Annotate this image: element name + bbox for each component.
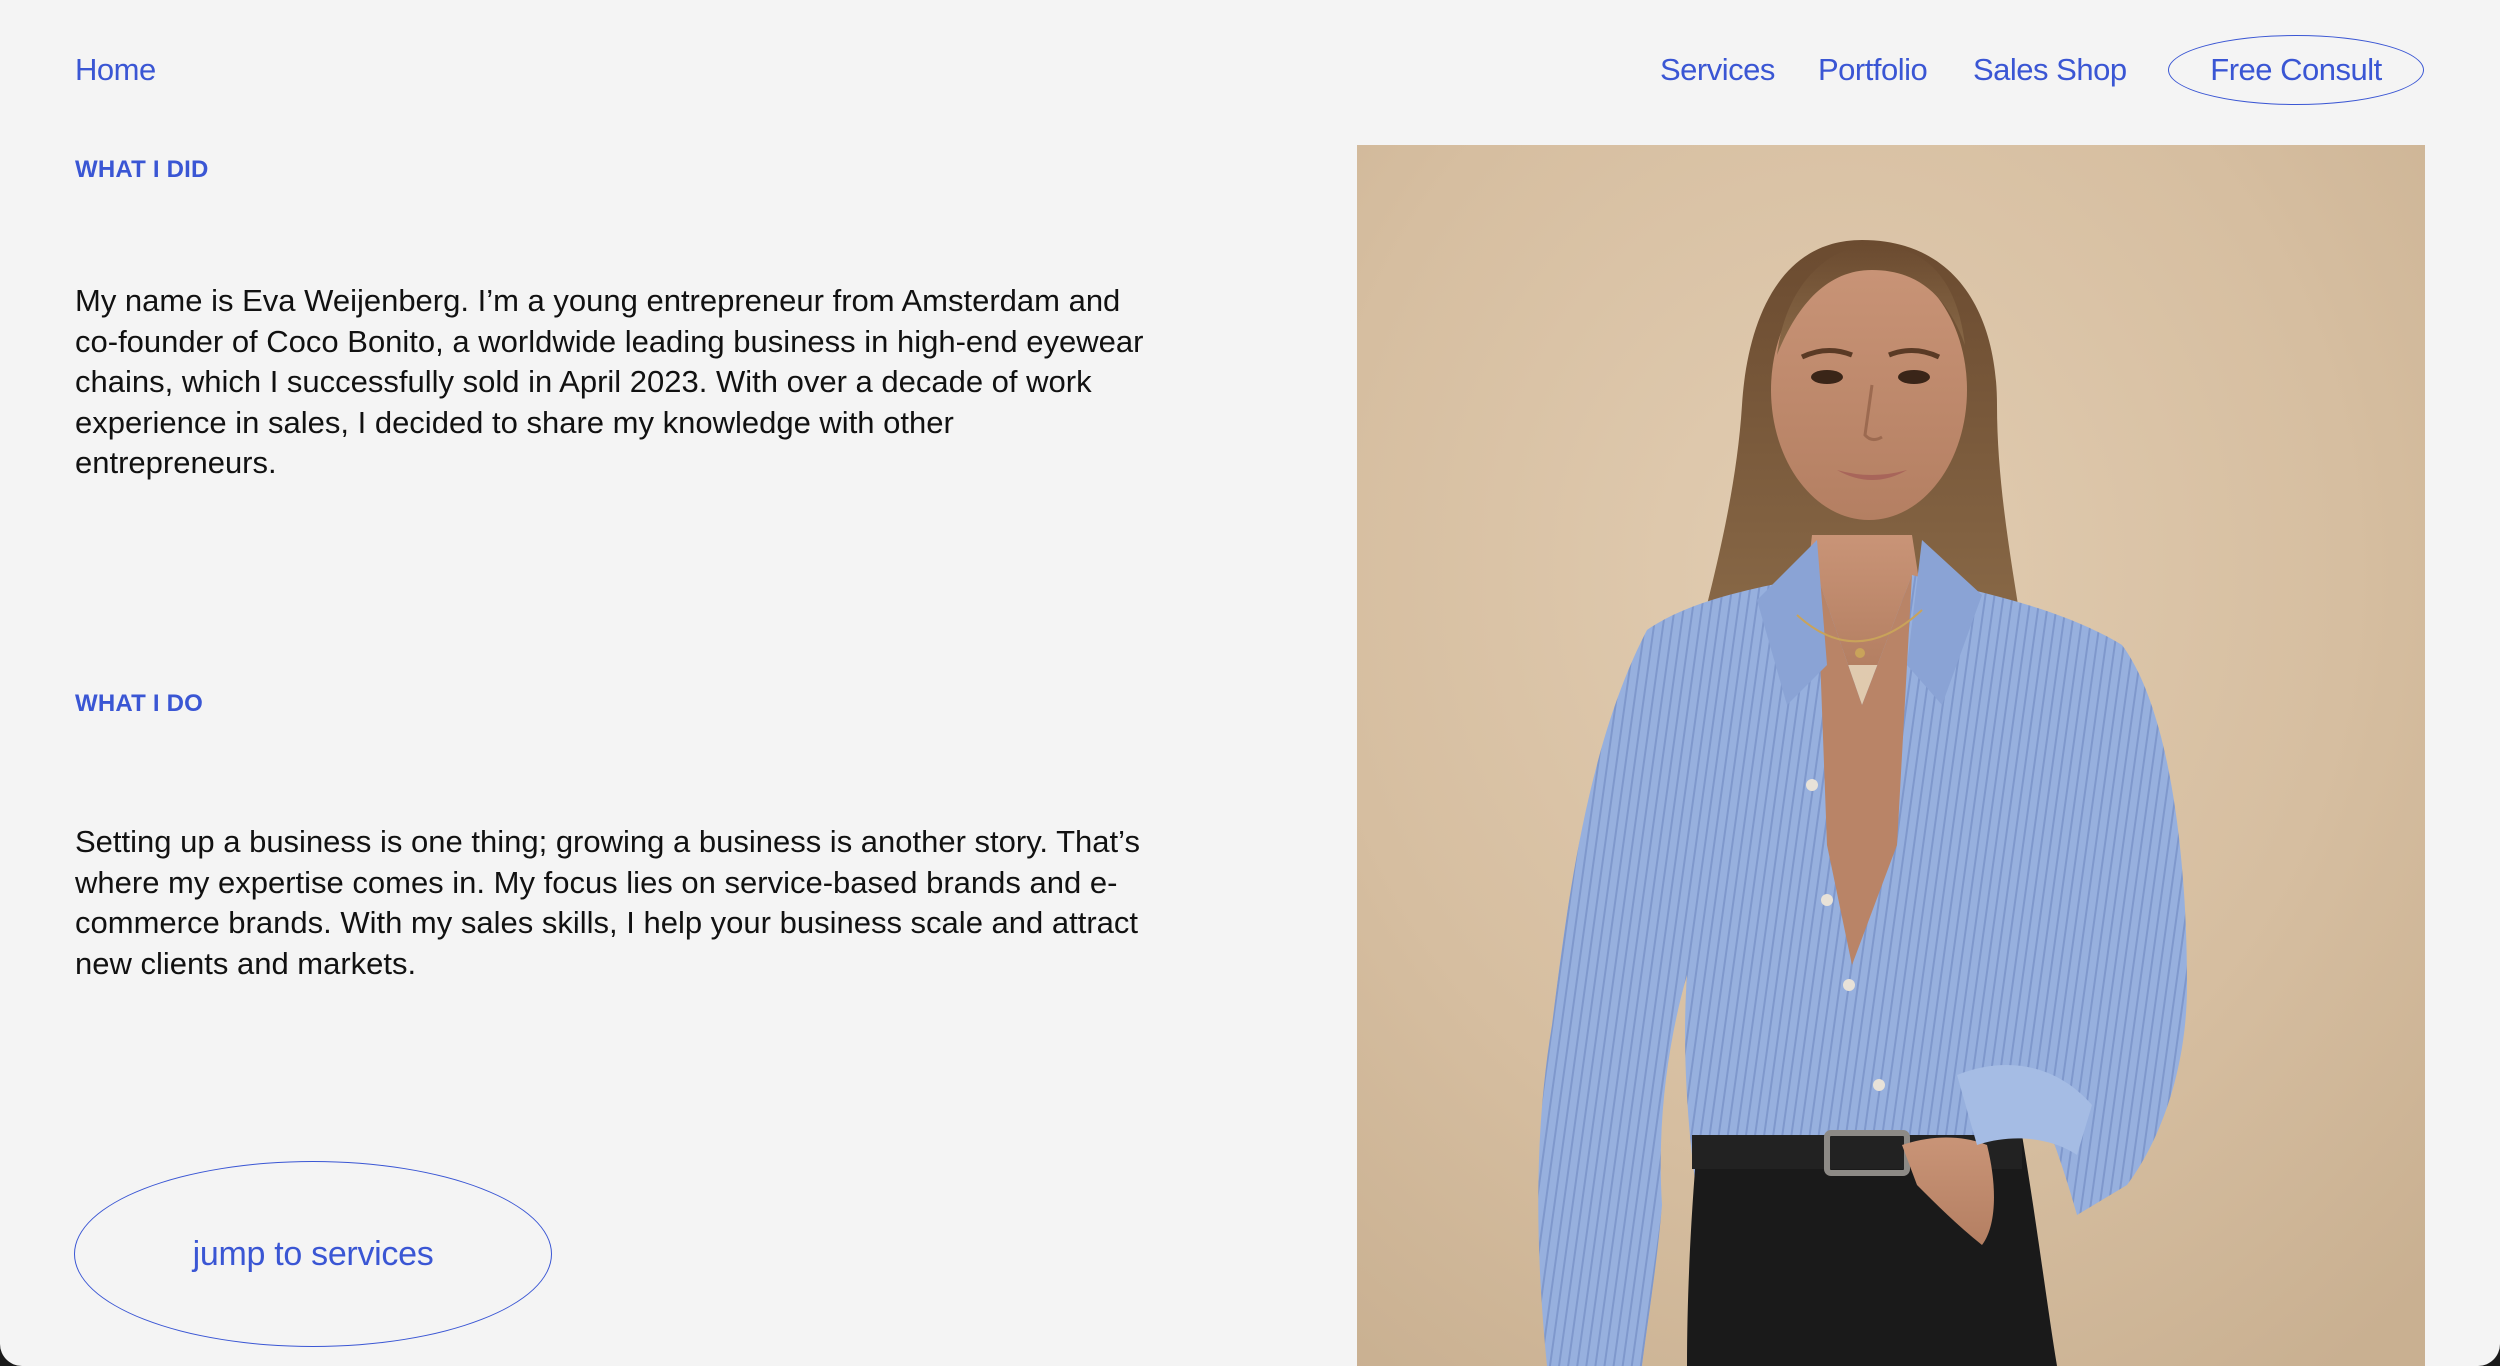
jump-to-services-button[interactable]: jump to services bbox=[74, 1161, 552, 1347]
nav-sales-shop-link[interactable]: Sales Shop bbox=[1973, 50, 2127, 90]
what-i-did-heading: WHAT I DID bbox=[75, 156, 209, 183]
what-i-do-text: Setting up a business is one thing; grow… bbox=[75, 824, 1140, 981]
portrait-photo bbox=[1357, 145, 2425, 1366]
shirt-button bbox=[1873, 1079, 1885, 1091]
nav-services-link[interactable]: Services bbox=[1660, 50, 1775, 90]
what-i-did-text: My name is Eva Weijenberg. I’m a young e… bbox=[75, 283, 1144, 480]
necklace-pendant bbox=[1855, 648, 1865, 658]
nav-home-link[interactable]: Home bbox=[75, 50, 156, 90]
nav-portfolio-link[interactable]: Portfolio bbox=[1818, 50, 1928, 90]
trousers-shape bbox=[1687, 1135, 2057, 1366]
shirt-button bbox=[1806, 779, 1818, 791]
page: Home Services Portfolio Sales Shop Free … bbox=[0, 0, 2500, 1366]
shirt-button bbox=[1821, 894, 1833, 906]
what-i-do-heading: WHAT I DO bbox=[75, 690, 203, 717]
eye-left bbox=[1811, 370, 1843, 384]
free-consult-button[interactable]: Free Consult bbox=[2168, 35, 2424, 105]
shirt-button bbox=[1843, 979, 1855, 991]
eye-right bbox=[1898, 370, 1930, 384]
